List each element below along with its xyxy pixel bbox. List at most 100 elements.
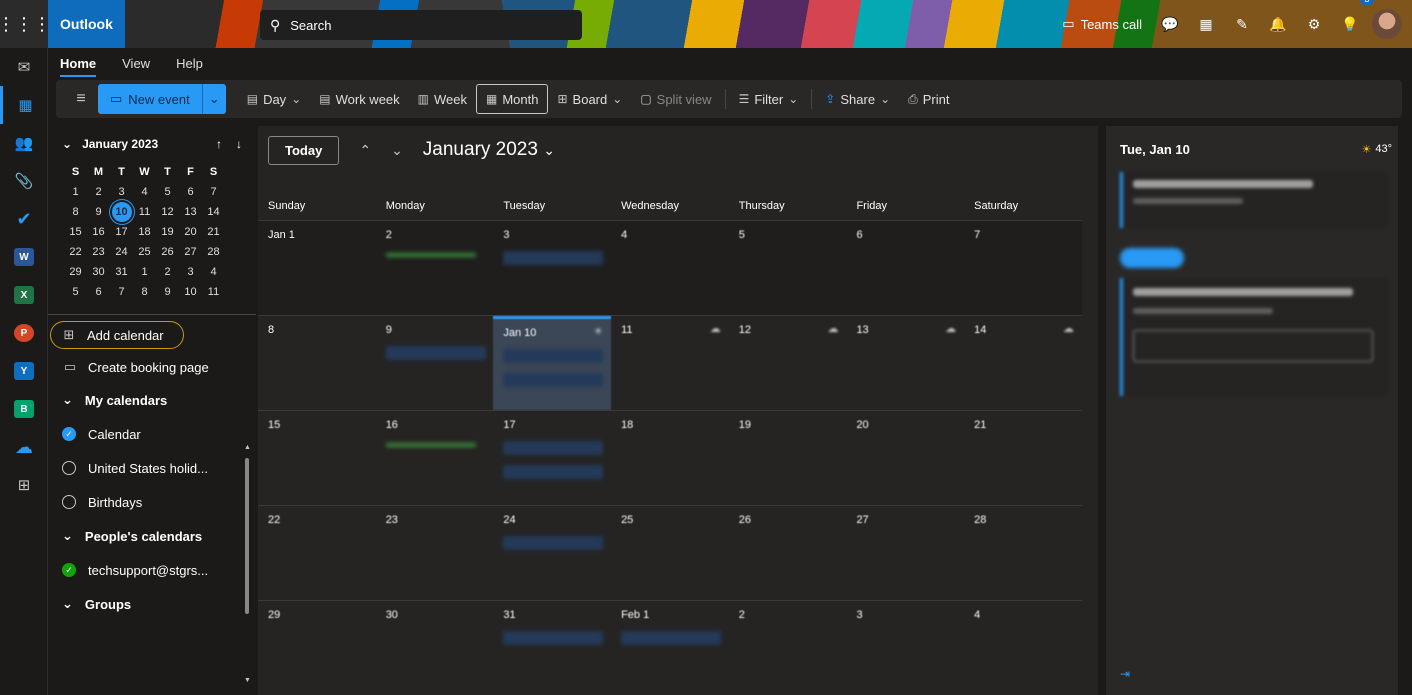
- day-cell[interactable]: 12 ☁: [729, 316, 847, 410]
- mini-calendar-day[interactable]: 18: [133, 222, 156, 242]
- day-view-button[interactable]: ▤ Day ⌄: [238, 84, 311, 114]
- week-button[interactable]: ▥ Week: [409, 84, 476, 114]
- mini-calendar-day[interactable]: 21: [202, 222, 225, 242]
- add-calendar-button[interactable]: ⊞ Add calendar: [50, 321, 184, 349]
- day-cell[interactable]: Jan 1: [258, 221, 376, 315]
- bookings-icon[interactable]: B: [0, 390, 48, 428]
- arrow-up-icon[interactable]: ↑: [216, 137, 222, 151]
- expand-pane-icon[interactable]: ⇥: [1120, 667, 1130, 681]
- yammer-icon[interactable]: Y: [0, 352, 48, 390]
- day-cell[interactable]: 29: [258, 601, 376, 695]
- mini-calendar-day[interactable]: 16: [87, 222, 110, 242]
- day-cell[interactable]: 23: [376, 506, 494, 600]
- new-event-main[interactable]: ▭ New event: [98, 84, 202, 114]
- calendar-item[interactable]: ✓ techsupport@stgrs...: [48, 553, 256, 587]
- arrow-down-icon[interactable]: ↓: [236, 137, 242, 151]
- month-label[interactable]: January 2023 ⌄: [423, 139, 555, 161]
- day-cell[interactable]: 4: [964, 601, 1082, 695]
- mini-calendar-day[interactable]: 26: [156, 242, 179, 262]
- day-cell[interactable]: 2: [729, 601, 847, 695]
- day-cell-today[interactable]: Jan 10 ☀: [493, 316, 612, 410]
- mini-calendar-day[interactable]: 5: [64, 282, 87, 302]
- work-week-button[interactable]: ▤ Work week: [310, 84, 408, 114]
- day-cell[interactable]: 24: [493, 506, 611, 600]
- app-name[interactable]: Outlook: [48, 0, 125, 48]
- day-cell[interactable]: 4: [611, 221, 729, 315]
- calendar-event[interactable]: [385, 251, 476, 257]
- calendar-event[interactable]: [503, 373, 604, 387]
- powerpoint-icon[interactable]: P: [0, 314, 48, 352]
- calendar-event[interactable]: [385, 441, 476, 447]
- mini-calendar-day[interactable]: 31: [110, 262, 133, 282]
- calendar-event[interactable]: [503, 631, 604, 645]
- chevron-up-icon[interactable]: ⌃: [359, 142, 371, 159]
- calendar-event[interactable]: [503, 349, 604, 363]
- calendar-icon[interactable]: ▦: [0, 86, 48, 124]
- circle-icon[interactable]: [62, 461, 76, 475]
- scroll-up-icon[interactable]: ▲: [244, 444, 251, 451]
- day-cell[interactable]: 28: [964, 506, 1082, 600]
- mini-calendar-today[interactable]: 10: [111, 202, 132, 222]
- chevron-down-icon[interactable]: ⌄: [391, 142, 403, 159]
- tips-icon[interactable]: 💡3: [1332, 0, 1374, 48]
- board-button[interactable]: ⊞ Board ⌄: [548, 84, 631, 114]
- mini-calendar-day[interactable]: 15: [64, 222, 87, 242]
- onedrive-icon[interactable]: ☁: [0, 428, 48, 466]
- mini-calendar-day[interactable]: 27: [179, 242, 202, 262]
- day-cell[interactable]: 3: [846, 601, 964, 695]
- hamburger-menu-icon[interactable]: ≡: [64, 90, 98, 108]
- checkmark-icon[interactable]: ✓: [62, 563, 76, 577]
- agenda-event[interactable]: [1120, 172, 1388, 228]
- new-event-button[interactable]: ▭ New event ⌄: [98, 84, 226, 114]
- day-cell[interactable]: 16: [376, 411, 494, 505]
- chevron-down-icon[interactable]: ⌄: [201, 84, 226, 114]
- waffle-icon[interactable]: ⋮⋮⋮: [0, 0, 51, 48]
- day-cell[interactable]: 11 ☁: [611, 316, 729, 410]
- day-cell[interactable]: 6: [846, 221, 964, 315]
- mini-calendar-day[interactable]: 30: [87, 262, 110, 282]
- feedback-icon[interactable]: ✎: [1224, 0, 1260, 48]
- calendar-event[interactable]: [385, 346, 486, 360]
- mini-calendar-day[interactable]: 11: [202, 282, 225, 302]
- office-icon[interactable]: ▦: [1188, 0, 1224, 48]
- tab-view[interactable]: View: [122, 56, 150, 71]
- agenda-event[interactable]: [1120, 278, 1388, 396]
- mini-calendar-day[interactable]: 13: [179, 202, 202, 222]
- mini-calendar-day[interactable]: 29: [64, 262, 87, 282]
- day-cell[interactable]: 18: [611, 411, 729, 505]
- word-icon[interactable]: W: [0, 238, 48, 276]
- mini-calendar-day[interactable]: 25: [133, 242, 156, 262]
- gear-icon[interactable]: ⚙: [1296, 0, 1332, 48]
- print-button[interactable]: ⎙ Print: [899, 84, 958, 114]
- filter-button[interactable]: ☰ Filter ⌄: [730, 84, 808, 114]
- tab-home[interactable]: Home: [60, 56, 97, 77]
- my-calendars-header[interactable]: ⌄ My calendars: [48, 383, 256, 417]
- avatar[interactable]: [1372, 9, 1402, 39]
- day-cell[interactable]: 25: [611, 506, 729, 600]
- mini-calendar-day[interactable]: 9: [87, 202, 110, 222]
- mini-calendar-day[interactable]: 19: [156, 222, 179, 242]
- checkmark-icon[interactable]: ✓: [62, 427, 76, 441]
- mini-calendar-day[interactable]: 4: [133, 182, 156, 202]
- day-cell[interactable]: 26: [729, 506, 847, 600]
- mini-calendar-day[interactable]: 6: [179, 182, 202, 202]
- mini-calendar-day[interactable]: 1: [133, 262, 156, 282]
- split-view-button[interactable]: ▢ Split view: [631, 84, 720, 114]
- day-cell[interactable]: 15: [258, 411, 376, 505]
- day-cell[interactable]: 21: [964, 411, 1082, 505]
- bell-icon[interactable]: 🔔: [1260, 0, 1296, 48]
- more-apps-icon[interactable]: ⊞: [0, 466, 48, 504]
- people-icon[interactable]: 👥: [0, 124, 48, 162]
- day-cell[interactable]: 31: [493, 601, 611, 695]
- mini-calendar-day[interactable]: 2: [87, 182, 110, 202]
- calendar-item[interactable]: United States holid...: [48, 451, 256, 485]
- todo-icon[interactable]: ✔: [0, 200, 48, 238]
- mini-calendar-day[interactable]: 9: [156, 282, 179, 302]
- attachment-icon[interactable]: 📎: [0, 162, 48, 200]
- mini-calendar-day[interactable]: 11: [133, 202, 156, 222]
- mini-calendar-day[interactable]: 7: [110, 282, 133, 302]
- day-cell[interactable]: 7: [964, 221, 1082, 315]
- peoples-calendars-header[interactable]: ⌄ People's calendars: [48, 519, 256, 553]
- day-cell[interactable]: 13 ☁: [846, 316, 964, 410]
- excel-icon[interactable]: X: [0, 276, 48, 314]
